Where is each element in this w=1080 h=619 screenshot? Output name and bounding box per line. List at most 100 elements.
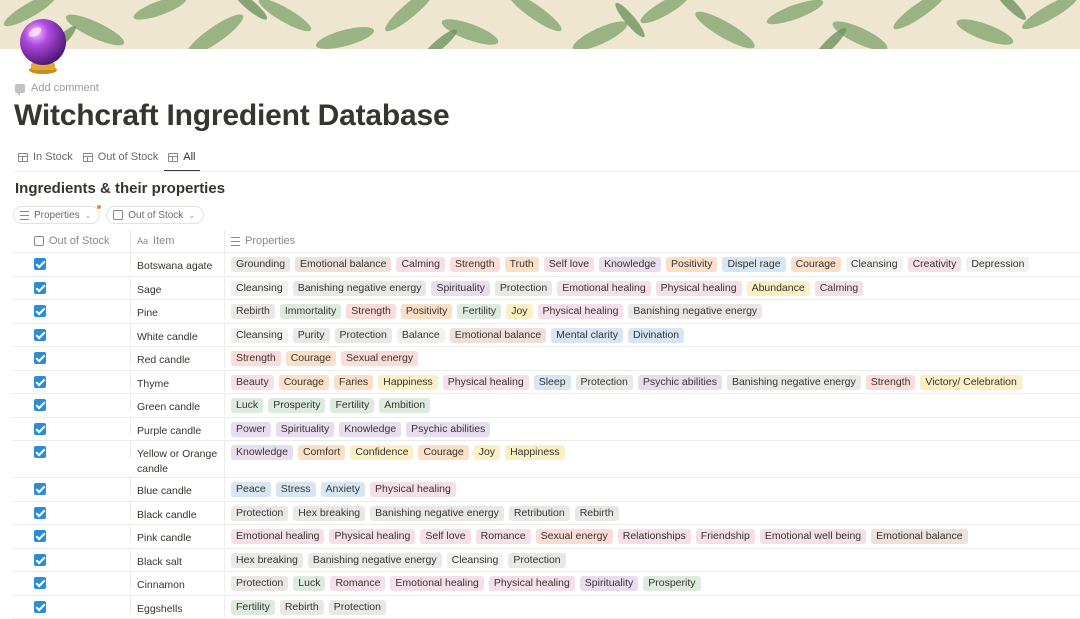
property-tag: Courage [791,257,841,272]
out-of-stock-checkbox[interactable] [34,507,46,519]
tab-out-of-stock[interactable]: Out of Stock [79,147,163,172]
table-icon [83,153,93,162]
out-of-stock-checkbox[interactable] [34,577,46,589]
out-of-stock-checkbox[interactable] [34,483,46,495]
out-of-stock-checkbox[interactable] [34,446,46,458]
property-tag: Cleansing [846,257,903,272]
table-row[interactable]: Pink candleEmotional healingPhysical hea… [12,525,1080,549]
properties-cell[interactable]: BeautyCourageFariesHappinessPhysical hea… [225,371,1080,390]
table-row[interactable]: PineRebirthImmortalityStrengthPositivity… [12,300,1080,324]
database-title: Ingredients & their properties [15,180,225,197]
column-header-item[interactable]: Aa Item [131,230,225,252]
item-name-cell[interactable]: Blue candle [131,478,225,499]
table-row[interactable]: SageCleansingBanishing negative energySp… [12,277,1080,301]
tab-all[interactable]: All [164,147,199,172]
out-of-stock-checkbox[interactable] [34,258,46,270]
table-icon [168,153,178,162]
out-of-stock-checkbox[interactable] [34,399,46,411]
table-row[interactable]: Yellow or Orange candle Knowledge Comfort C… [12,441,1080,478]
table-row[interactable]: Black saltHex breakingBanishing negative… [12,549,1080,573]
properties-cell[interactable]: CleansingPurityProtectionBalanceEmotiona… [225,324,1080,343]
item-name-cell[interactable]: Thyme [131,371,225,392]
properties-filter-chip[interactable]: Properties ⌄ [13,206,100,224]
property-tag: Knowledge [231,445,293,460]
properties-cell[interactable]: KnowledgeComfortConfidenceCourageJoyHapp… [225,441,1080,460]
table-row[interactable]: EggshellsFertilityRebirthProtection [12,596,1080,619]
properties-cell[interactable]: PowerSpiritualityKnowledgePsychic abilit… [225,418,1080,437]
out-of-stock-checkbox[interactable] [34,352,46,364]
table-row[interactable]: Red candleStrengthCourageSexual energy [12,347,1080,371]
property-tag: Protection [231,576,288,591]
table-row[interactable]: Purple candlePowerSpiritualityKnowledgeP… [12,418,1080,442]
item-name-cell[interactable]: White candle [131,324,225,345]
item-name-cell[interactable]: Purple candle [131,418,225,439]
table-row[interactable]: ThymeBeautyCourageFariesHappinessPhysica… [12,371,1080,395]
out-of-stock-checkbox[interactable] [34,554,46,566]
out-of-stock-checkbox[interactable] [34,601,46,613]
column-header-out-of-stock[interactable]: Out of Stock [12,230,131,252]
properties-cell[interactable]: Hex breakingBanishing negative energyCle… [225,549,1080,568]
property-tag: Strength [450,257,500,272]
properties-cell[interactable]: ProtectionLuckRomanceEmotional healingPh… [225,572,1080,591]
properties-cell[interactable]: StrengthCourageSexual energy [225,347,1080,366]
out-of-stock-checkbox[interactable] [34,423,46,435]
tab-in-stock[interactable]: In Stock [14,147,77,172]
properties-cell[interactable]: PeaceStressAnxietyPhysical healing [225,478,1080,497]
property-tag: Fertility [457,304,501,319]
out-of-stock-cell [12,502,131,519]
properties-cell[interactable]: CleansingBanishing negative energySpirit… [225,277,1080,296]
tab-label: In Stock [33,151,73,163]
property-tag: Protection [231,506,288,521]
item-name-cell[interactable]: Green candle [131,394,225,415]
property-tag: Emotional healing [390,576,483,591]
item-name-cell[interactable]: Black salt [131,549,225,570]
out-of-stock-cell [12,253,131,270]
item-name-cell[interactable]: Cinnamon [131,572,225,593]
properties-cell[interactable]: ProtectionHex breakingBanishing negative… [225,502,1080,521]
property-tag: Cleansing [231,328,288,343]
table-row[interactable]: Blue candlePeaceStressAnxietyPhysical he… [12,478,1080,502]
property-tag: Ambition [379,398,430,413]
column-header-properties[interactable]: Properties [225,230,1080,252]
out-of-stock-filter-chip[interactable]: Out of Stock ⌄ [106,206,204,224]
property-tag: Comfort [298,445,345,460]
add-comment-button[interactable]: Add comment [15,82,99,94]
table-row[interactable]: Black candleProtectionHex breakingBanish… [12,502,1080,526]
crystal-ball-icon[interactable] [17,17,69,75]
properties-cell[interactable]: LuckProsperityFertilityAmbition [225,394,1080,413]
item-name-cell[interactable]: Sage [131,277,225,298]
column-label: Out of Stock [49,235,110,247]
out-of-stock-checkbox[interactable] [34,530,46,542]
property-tag: Physical healing [370,482,456,497]
item-name-cell[interactable]: Botswana agate [131,253,225,274]
table-row[interactable]: White candleCleansingPurityProtectionBal… [12,324,1080,348]
item-name-cell[interactable]: Black candle [131,502,225,523]
properties-cell[interactable]: GroundingEmotional balanceCalmingStrengt… [225,253,1080,272]
out-of-stock-checkbox[interactable] [34,376,46,388]
property-tag: Victory/ Celebration [920,375,1021,390]
property-tag: Courage [418,445,468,460]
table-row[interactable]: CinnamonProtectionLuckRomanceEmotional h… [12,572,1080,596]
out-of-stock-checkbox[interactable] [34,305,46,317]
out-of-stock-cell [12,525,131,542]
properties-cell[interactable]: RebirthImmortalityStrengthPositivityFert… [225,300,1080,319]
property-tag: Beauty [231,375,274,390]
properties-cell[interactable]: FertilityRebirthProtection [225,596,1080,615]
properties-cell[interactable]: Emotional healingPhysical healingSelf lo… [225,525,1080,544]
item-name-cell[interactable]: Red candle [131,347,225,368]
divider [14,171,1080,172]
out-of-stock-checkbox[interactable] [34,282,46,294]
item-name-cell[interactable]: Pine [131,300,225,321]
property-tag: Hex breaking [231,553,303,568]
item-name-cell[interactable]: Eggshells [131,596,225,617]
text-type-icon: Aa [137,236,148,246]
property-tag: Protection [508,553,565,568]
table-row[interactable]: Botswana agateGroundingEmotional balance… [12,253,1080,277]
property-tag: Emotional healing [231,529,324,544]
property-tag: Physical healing [538,304,624,319]
item-name-cell[interactable]: Yellow or Orange candle [131,441,225,477]
property-tag: Mental clarity [551,328,623,343]
out-of-stock-checkbox[interactable] [34,329,46,341]
item-name-cell[interactable]: Pink candle [131,525,225,546]
table-row[interactable]: Green candleLuckProsperityFertilityAmbit… [12,394,1080,418]
